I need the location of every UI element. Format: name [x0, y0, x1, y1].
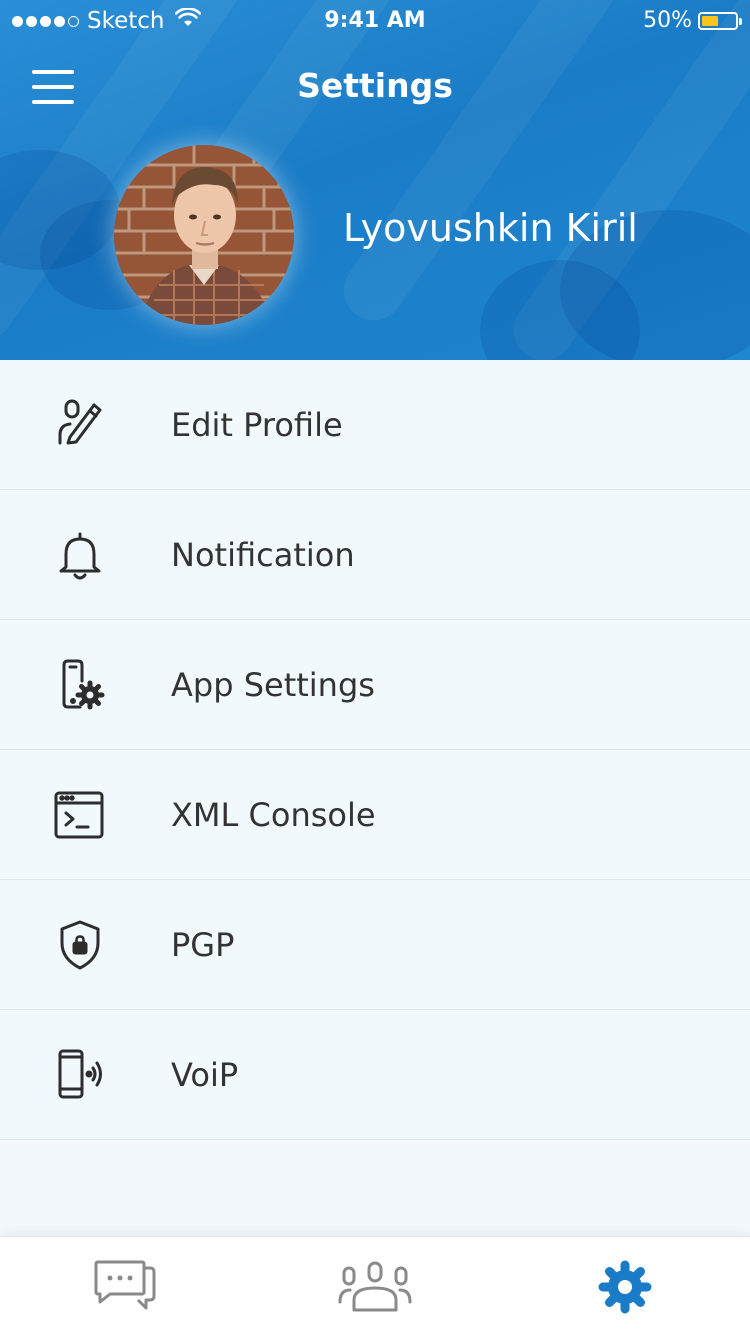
- shield-lock-icon: [52, 917, 108, 973]
- bell-icon: [52, 527, 108, 583]
- gear-icon: [598, 1260, 652, 1318]
- page-title: Settings: [297, 66, 453, 105]
- menu-item-voip[interactable]: VoiP: [0, 1010, 750, 1140]
- tab-bar: [0, 1236, 750, 1334]
- tab-chats[interactable]: [80, 1259, 170, 1319]
- tab-contacts[interactable]: [330, 1259, 420, 1319]
- menu-item-pgp[interactable]: PGP: [0, 880, 750, 1010]
- menu-item-app-settings[interactable]: App Settings: [0, 620, 750, 750]
- menu-item-label: VoiP: [171, 1055, 239, 1094]
- group-icon: [336, 1260, 414, 1318]
- battery-icon: [698, 11, 742, 30]
- settings-menu: Edit Profile Notification App Settings X…: [0, 360, 750, 1140]
- phone-signal-icon: [52, 1047, 108, 1103]
- menu-item-edit-profile[interactable]: Edit Profile: [0, 360, 750, 490]
- menu-item-label: PGP: [171, 925, 235, 964]
- edit-profile-icon: [52, 397, 108, 453]
- menu-item-label: Edit Profile: [171, 405, 343, 444]
- chat-bubbles-icon: [92, 1260, 158, 1318]
- status-time: 9:41 AM: [324, 8, 426, 33]
- user-name: Lyovushkin Kiril: [343, 206, 638, 250]
- menu-item-label: XML Console: [171, 795, 376, 834]
- battery-percent: 50%: [643, 8, 692, 33]
- menu-item-xml-console[interactable]: XML Console: [0, 750, 750, 880]
- menu-item-notification[interactable]: Notification: [0, 490, 750, 620]
- menu-item-label: Notification: [171, 535, 355, 574]
- console-icon: [52, 787, 108, 843]
- phone-gear-icon: [52, 657, 108, 713]
- profile-header: Sketch 9:41 AM 50% Settings Lyovushkin K…: [0, 0, 750, 360]
- menu-item-label: App Settings: [171, 665, 375, 704]
- tab-settings[interactable]: [580, 1259, 670, 1319]
- status-bar: Sketch 9:41 AM 50%: [0, 0, 750, 44]
- avatar[interactable]: [114, 145, 294, 325]
- settings-screen: Sketch 9:41 AM 50% Settings Lyovushkin K…: [0, 0, 750, 1334]
